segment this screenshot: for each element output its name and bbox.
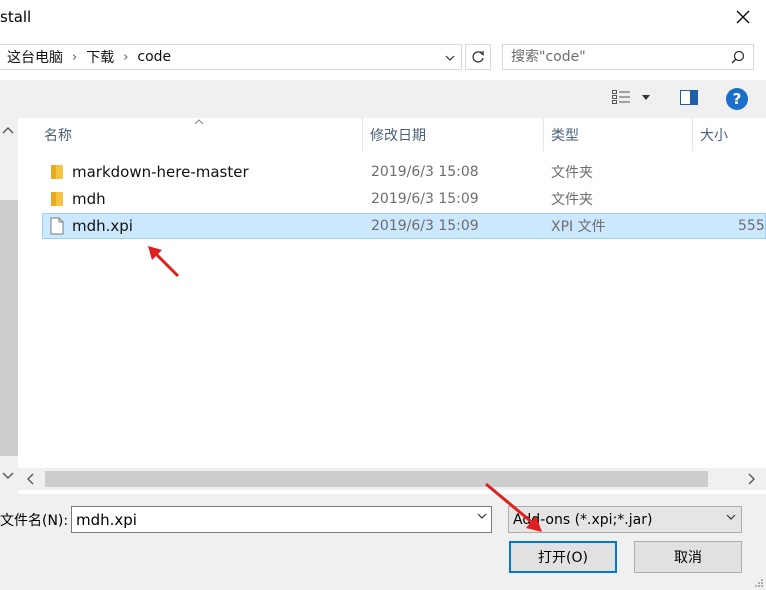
window-title: stall bbox=[0, 8, 32, 26]
preview-pane-icon bbox=[680, 90, 698, 105]
file-list: 名称 修改日期 类型 大小 markdown-here-master 2019/… bbox=[18, 118, 766, 494]
search-icon[interactable] bbox=[731, 50, 745, 64]
filename-field[interactable] bbox=[71, 506, 492, 533]
search-box[interactable] bbox=[502, 44, 754, 70]
refresh-button[interactable] bbox=[465, 44, 491, 70]
preview-pane-button[interactable] bbox=[680, 90, 698, 109]
column-header-size[interactable]: 大小 bbox=[700, 118, 728, 151]
help-icon: ? bbox=[732, 90, 742, 108]
command-bar: ? bbox=[0, 80, 766, 118]
chevron-down-icon bbox=[445, 55, 455, 61]
help-button[interactable]: ? bbox=[726, 88, 748, 110]
file-row[interactable]: markdown-here-master 2019/6/3 15:08 文件夹 bbox=[42, 160, 766, 186]
file-date: 2019/6/3 15:09 bbox=[371, 218, 479, 234]
column-header-date[interactable]: 修改日期 bbox=[370, 118, 426, 151]
filename-input[interactable] bbox=[72, 507, 462, 532]
file-icon bbox=[50, 217, 64, 235]
scrollbar-thumb[interactable] bbox=[0, 200, 18, 456]
scroll-down-icon[interactable] bbox=[2, 472, 14, 480]
breadcrumb-code[interactable]: code bbox=[137, 49, 171, 65]
horizontal-scrollbar[interactable] bbox=[18, 468, 766, 490]
column-header-name[interactable]: 名称 bbox=[44, 118, 72, 151]
navigation-pane-scrollbar[interactable] bbox=[0, 118, 18, 494]
file-size: 555 bbox=[738, 218, 765, 234]
folder-icon bbox=[51, 165, 63, 179]
search-input[interactable] bbox=[503, 45, 713, 69]
address-bar[interactable]: 这台电脑 › 下载 › code bbox=[0, 44, 462, 70]
annotation-arrow-icon bbox=[148, 246, 180, 278]
address-row: 这台电脑 › 下载 › code bbox=[0, 34, 766, 80]
cancel-button[interactable]: 取消 bbox=[634, 541, 742, 573]
scrollbar-thumb[interactable] bbox=[45, 471, 708, 487]
refresh-icon bbox=[472, 51, 484, 63]
breadcrumb-this-pc[interactable]: 这台电脑 bbox=[7, 47, 63, 67]
scroll-up-icon[interactable] bbox=[2, 126, 14, 134]
scroll-right-icon[interactable] bbox=[748, 473, 756, 485]
resize-grip-icon[interactable] bbox=[754, 578, 764, 588]
breadcrumb-downloads[interactable]: 下载 bbox=[86, 47, 114, 67]
close-button[interactable] bbox=[720, 0, 766, 34]
open-button[interactable]: 打开(O) bbox=[509, 541, 617, 573]
column-divider[interactable] bbox=[362, 118, 363, 151]
folder-icon bbox=[51, 192, 63, 206]
filename-label: 文件名(N): bbox=[0, 513, 69, 529]
file-row-selected[interactable]: mdh.xpi 2019/6/3 15:09 XPI 文件 555 bbox=[42, 213, 766, 239]
sort-ascending-icon bbox=[194, 117, 204, 128]
breadcrumb-separator[interactable]: › bbox=[123, 50, 128, 65]
caret-down-icon bbox=[642, 94, 650, 100]
column-divider[interactable] bbox=[692, 118, 693, 151]
address-dropdown-button[interactable] bbox=[442, 50, 458, 66]
file-name: mdh.xpi bbox=[72, 217, 133, 235]
close-icon[interactable] bbox=[736, 10, 750, 24]
file-row[interactable]: mdh 2019/6/3 15:09 文件夹 bbox=[42, 187, 766, 213]
file-date: 2019/6/3 15:09 bbox=[371, 191, 479, 207]
file-type: 文件夹 bbox=[551, 165, 593, 181]
breadcrumb-separator[interactable]: › bbox=[72, 50, 77, 65]
file-name: mdh bbox=[72, 190, 106, 208]
title-bar: stall bbox=[0, 0, 766, 34]
chevron-down-icon bbox=[726, 514, 736, 520]
annotation-arrow-icon bbox=[485, 482, 542, 532]
change-view-button[interactable] bbox=[612, 90, 650, 104]
file-type: XPI 文件 bbox=[551, 219, 606, 235]
file-type: 文件夹 bbox=[551, 192, 593, 208]
column-header-type[interactable]: 类型 bbox=[551, 118, 579, 151]
details-view-icon bbox=[612, 90, 630, 104]
file-name: markdown-here-master bbox=[72, 163, 249, 181]
column-divider[interactable] bbox=[543, 118, 544, 151]
scroll-left-icon[interactable] bbox=[26, 473, 34, 485]
file-date: 2019/6/3 15:08 bbox=[371, 164, 479, 180]
